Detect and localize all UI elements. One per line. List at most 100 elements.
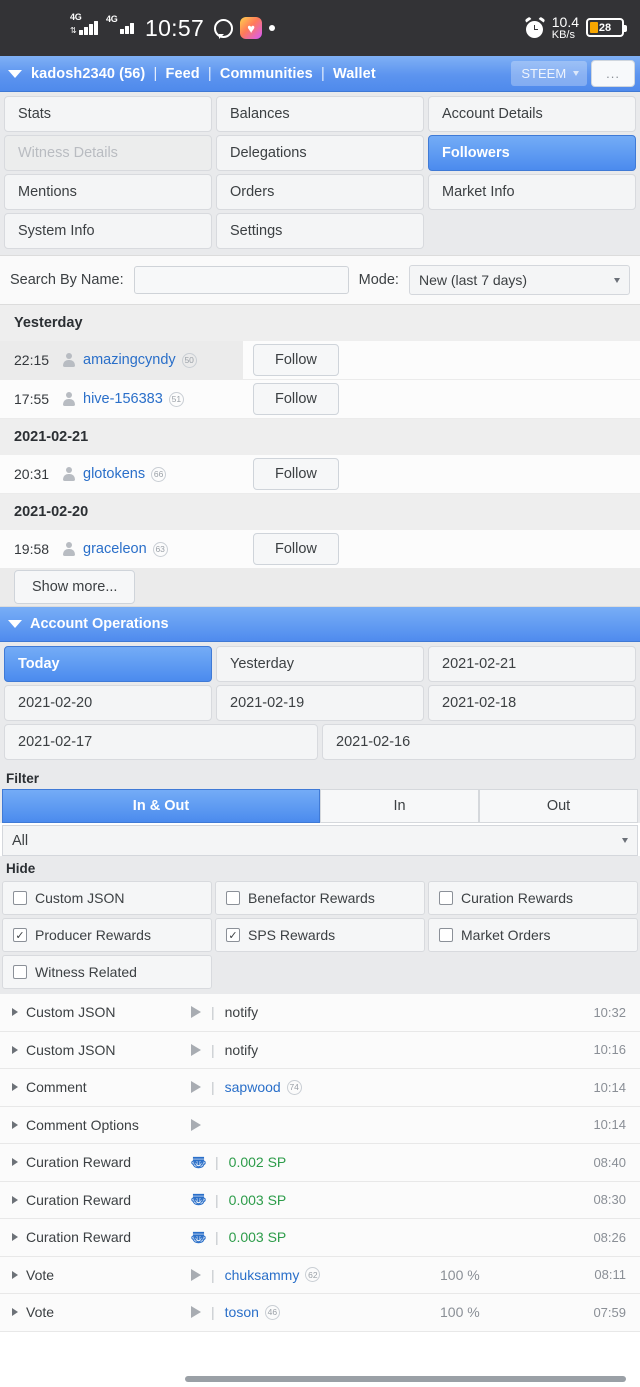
- value-separator: |: [211, 1041, 215, 1058]
- operation-row[interactable]: Comment Options 10:14: [0, 1106, 640, 1144]
- chevron-down-icon: [622, 838, 628, 843]
- operation-value: notify: [224, 1004, 259, 1021]
- filter-label: Filter: [0, 766, 640, 789]
- reputation-badge: 50: [181, 352, 197, 368]
- nav-wallet-link[interactable]: Wallet: [333, 66, 376, 82]
- expand-caret-icon[interactable]: [12, 1308, 18, 1317]
- operation-row[interactable]: Vote | toson 46 100 % 07:59: [0, 1294, 640, 1332]
- follower-username-link[interactable]: graceleon: [83, 541, 147, 557]
- follower-row: 22:15 amazingcyndy 50 Follow: [0, 341, 640, 380]
- reputation-badge: 74: [286, 1079, 302, 1095]
- expand-caret-icon[interactable]: [12, 1195, 18, 1204]
- show-more-button[interactable]: Show more...: [14, 570, 136, 604]
- collapse-caret-icon[interactable]: [8, 620, 22, 628]
- date-tab-today[interactable]: Today: [4, 646, 212, 682]
- chain-selector[interactable]: STEEM: [511, 61, 588, 86]
- operation-value[interactable]: chuksammy: [225, 1267, 300, 1283]
- follow-button[interactable]: Follow: [253, 344, 339, 376]
- hide-checkbox-witness-related[interactable]: Witness Related: [2, 955, 212, 989]
- hide-checkbox-curation-rewards[interactable]: Curation Rewards: [428, 881, 638, 915]
- checkbox-label: Witness Related: [35, 964, 137, 980]
- hide-checkbox-custom-json[interactable]: Custom JSON: [2, 881, 212, 915]
- hide-checkbox-sps-rewards[interactable]: ✓ SPS Rewards: [215, 918, 425, 952]
- date-tab-2021-02-17[interactable]: 2021-02-17: [4, 724, 318, 760]
- more-menu-button[interactable]: ...: [591, 60, 635, 87]
- chain-selector-label: STEEM: [521, 66, 567, 81]
- nav-communities-link[interactable]: Communities: [220, 66, 313, 82]
- tab-followers[interactable]: Followers: [428, 135, 636, 171]
- tab-orders[interactable]: Orders: [216, 174, 424, 210]
- direction-filter-segments: In & Out In Out: [0, 789, 640, 823]
- operation-row[interactable]: Custom JSON | notify 10:32: [0, 994, 640, 1032]
- expand-caret-icon[interactable]: [12, 1270, 18, 1279]
- operation-value[interactable]: sapwood: [225, 1079, 281, 1095]
- hide-option-row: Custom JSON Benefactor Rewards Curation Re…: [2, 881, 638, 915]
- operation-value[interactable]: toson: [225, 1304, 259, 1320]
- operation-row[interactable]: Comment | sapwood 74 10:14: [0, 1069, 640, 1107]
- followers-date-header: 2021-02-20: [0, 494, 640, 530]
- hide-checkbox-market-orders[interactable]: Market Orders: [428, 918, 638, 952]
- tab-market-info[interactable]: Market Info: [428, 174, 636, 210]
- date-tab-2021-02-20[interactable]: 2021-02-20: [4, 685, 212, 721]
- tab-mentions[interactable]: Mentions: [4, 174, 212, 210]
- date-tab-2021-02-21[interactable]: 2021-02-21: [428, 646, 636, 682]
- follow-button[interactable]: Follow: [253, 533, 339, 565]
- tab-balances[interactable]: Balances: [216, 96, 424, 132]
- expand-caret-icon[interactable]: [12, 1158, 18, 1167]
- account-operations-header: Account Operations: [0, 607, 640, 642]
- network-type-sim2-label: 4G: [106, 13, 118, 24]
- tab-account-details[interactable]: Account Details: [428, 96, 636, 132]
- tab-row: System Info Settings: [4, 213, 636, 249]
- tab-delegations[interactable]: Delegations: [216, 135, 424, 171]
- checkbox-label: Curation Rewards: [461, 890, 574, 906]
- expand-caret-icon[interactable]: [12, 1008, 18, 1017]
- network-speed-unit: KB/s: [551, 28, 575, 41]
- value-separator: |: [215, 1191, 219, 1208]
- follow-button[interactable]: Follow: [253, 458, 339, 490]
- follow-button[interactable]: Follow: [253, 383, 339, 415]
- expand-caret-icon[interactable]: [12, 1083, 18, 1092]
- segment-out[interactable]: Out: [479, 789, 638, 823]
- segment-in-out[interactable]: In & Out: [2, 789, 320, 823]
- horizontal-scrollbar[interactable]: [185, 1376, 626, 1382]
- header-nav: kadosh2340 (56) | Feed | Communities | W…: [31, 66, 376, 82]
- tab-witness-details[interactable]: Witness Details: [4, 135, 212, 171]
- segment-in[interactable]: In: [320, 789, 479, 823]
- follower-username-link[interactable]: glotokens: [83, 466, 145, 482]
- account-name-link[interactable]: kadosh2340 (56): [31, 66, 145, 82]
- tab-stats[interactable]: Stats: [4, 96, 212, 132]
- alarm-clock-icon: [524, 16, 546, 38]
- operation-row[interactable]: Curation Reward 〠 | 0.002 SP 08:40: [0, 1144, 640, 1182]
- expand-caret-icon[interactable]: [12, 1045, 18, 1054]
- operation-name: Vote: [26, 1266, 55, 1283]
- tab-system-info[interactable]: System Info: [4, 213, 212, 249]
- date-tab-yesterday[interactable]: Yesterday: [216, 646, 424, 682]
- collapse-caret-icon[interactable]: [8, 69, 22, 78]
- follower-info-cell: 22:15 amazingcyndy 50: [0, 341, 243, 379]
- date-tab-2021-02-18[interactable]: 2021-02-18: [428, 685, 636, 721]
- hide-checkbox-benefactor-rewards[interactable]: Benefactor Rewards: [215, 881, 425, 915]
- expand-caret-icon[interactable]: [12, 1233, 18, 1242]
- follower-username-link[interactable]: amazingcyndy: [83, 352, 176, 368]
- data-arrows-icon: ⇅: [70, 26, 77, 35]
- search-input[interactable]: [133, 266, 349, 294]
- operation-type-select[interactable]: All: [2, 825, 638, 856]
- network-speed: 10.4 KB/s: [552, 15, 579, 40]
- follower-time: 20:31: [14, 466, 50, 482]
- operation-row[interactable]: Curation Reward 〠 | 0.003 SP 08:30: [0, 1181, 640, 1219]
- date-tab-2021-02-19[interactable]: 2021-02-19: [216, 685, 424, 721]
- date-tab-2021-02-16[interactable]: 2021-02-16: [322, 724, 636, 760]
- operation-row[interactable]: Custom JSON | notify 10:16: [0, 1031, 640, 1069]
- nav-feed-link[interactable]: Feed: [166, 66, 200, 82]
- tab-settings[interactable]: Settings: [216, 213, 424, 249]
- header-right-controls: STEEM ...: [511, 60, 635, 87]
- operation-row[interactable]: Curation Reward 〠 | 0.003 SP 08:26: [0, 1219, 640, 1257]
- expand-caret-icon[interactable]: [12, 1120, 18, 1129]
- status-bar-right: 10.4 KB/s 28: [524, 15, 627, 40]
- operation-type-value: All: [12, 832, 29, 849]
- operation-value: 0.003 SP: [228, 1229, 287, 1246]
- operation-row[interactable]: Vote | chuksammy 62 100 % 08:11: [0, 1256, 640, 1294]
- follower-username-link[interactable]: hive-156383: [83, 391, 163, 407]
- hide-checkbox-producer-rewards[interactable]: ✓ Producer Rewards: [2, 918, 212, 952]
- mode-select[interactable]: New (last 7 days): [408, 265, 630, 295]
